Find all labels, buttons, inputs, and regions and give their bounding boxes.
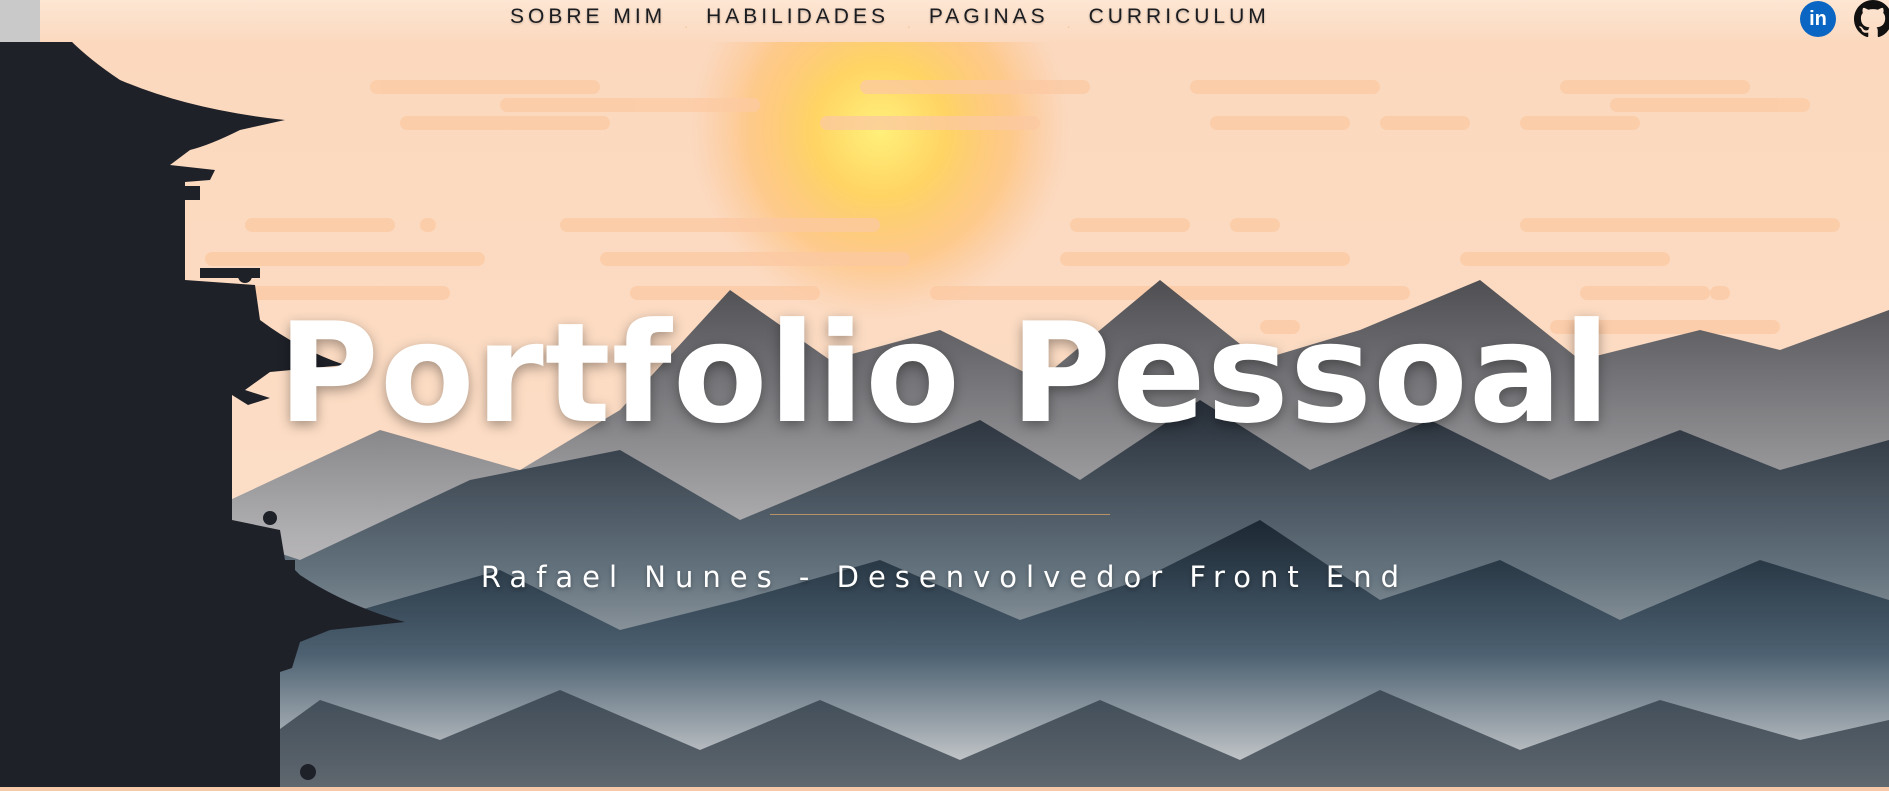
topbar-corner bbox=[0, 0, 40, 42]
hero-title-wrapper: Portfolio Pessoal bbox=[0, 305, 1889, 443]
nav-item-curriculum[interactable]: CURRICULUM bbox=[1089, 5, 1270, 29]
nav-item-sobre-mim[interactable]: SOBRE MIM bbox=[510, 5, 666, 29]
github-link[interactable] bbox=[1854, 0, 1889, 38]
nav-separator: . bbox=[684, 15, 689, 31]
linkedin-link[interactable]: in bbox=[1800, 1, 1836, 37]
nav-item-paginas[interactable]: PAGINAS bbox=[929, 5, 1049, 29]
github-icon bbox=[1854, 0, 1889, 38]
title-divider bbox=[770, 514, 1110, 515]
hero-subtitle: Rafael Nunes - Desenvolvedor Front End bbox=[480, 560, 1409, 594]
nav-separator: . bbox=[1066, 15, 1071, 31]
nav-item-habilidades[interactable]: HABILIDADES bbox=[706, 5, 889, 29]
page-title: Portfolio Pessoal bbox=[277, 293, 1612, 454]
linkedin-icon: in bbox=[1809, 7, 1827, 30]
nav-separator: . bbox=[906, 15, 911, 31]
main-nav: SOBRE MIM . HABILIDADES . PAGINAS . CURR… bbox=[510, 2, 1270, 32]
